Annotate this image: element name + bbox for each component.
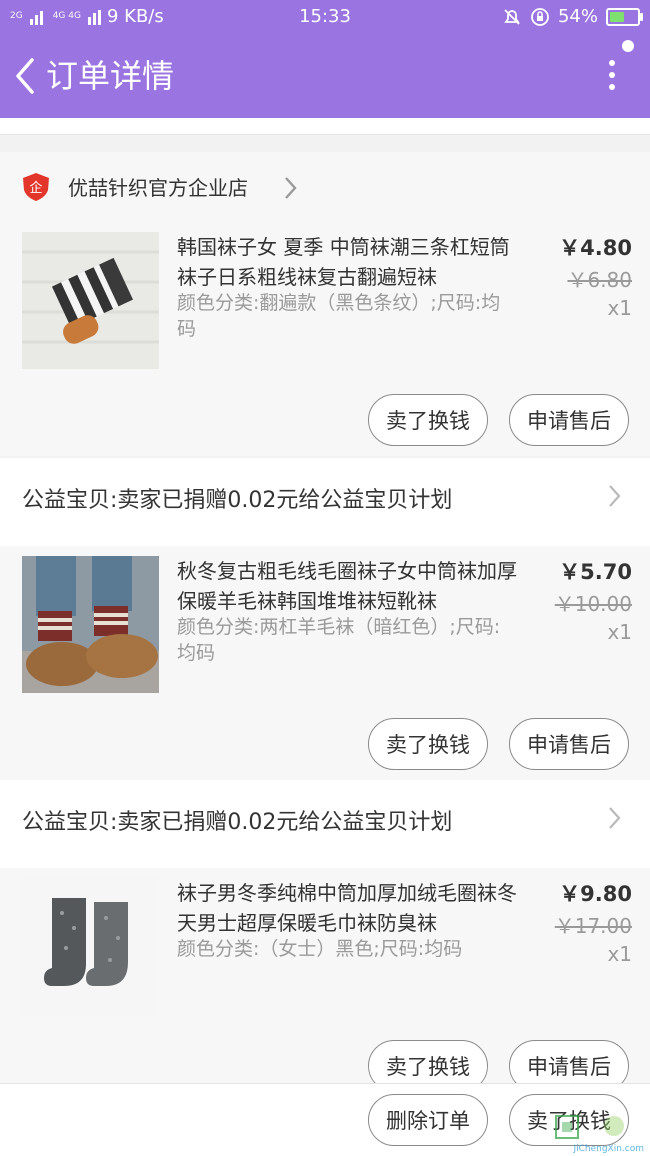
after-sale-button[interactable]: 申请售后	[509, 1040, 629, 1083]
order-content: 企 优喆针织官方企业店 韩国袜子女 夏季 中筒袜潮三条杠短筒袜子日系粗线袜复古翻…	[0, 118, 650, 1083]
product-spec: 颜色分类:（女士）黑色;尺码:均码	[177, 938, 463, 960]
order-item-2[interactable]: 秋冬复古粗毛线毛圈袜子女中筒袜加厚保暖羊毛袜韩国堆堆袜短靴袜 颜色分类:两杠羊毛…	[0, 546, 650, 780]
product-price: ￥9.80	[559, 882, 632, 906]
sell-for-cash-button[interactable]: 卖了换钱	[368, 718, 488, 770]
more-dot	[609, 60, 615, 66]
charity-row-1[interactable]: 公益宝贝:卖家已捐赠0.02元给公益宝贝计划	[0, 458, 650, 547]
watermark-text: JiChengXin.com	[573, 1144, 644, 1154]
charity-text: 公益宝贝:卖家已捐赠0.02元给公益宝贝计划	[22, 488, 453, 513]
product-title[interactable]: 袜子男冬季纯棉中筒加厚加绒毛圈袜冬天男士超厚保暖毛巾袜防臭袜	[177, 878, 522, 938]
watermark-icon	[555, 1115, 624, 1139]
rotation-lock-icon	[531, 7, 549, 26]
chevron-left-icon	[16, 58, 34, 94]
more-dot	[609, 84, 615, 90]
order-item-1[interactable]: 韩国袜子女 夏季 中筒袜潮三条杠短筒袜子日系粗线袜复古翻遍短袜 颜色分类:翻遍款…	[0, 222, 650, 456]
order-item-3[interactable]: 袜子男冬季纯棉中筒加厚加绒毛圈袜冬天男士超厚保暖毛巾袜防臭袜 颜色分类:（女士）…	[0, 868, 650, 1083]
mute-bell-icon	[504, 8, 520, 25]
product-image-wool-socks[interactable]	[22, 556, 159, 693]
product-quantity: x1	[607, 296, 632, 320]
battery-percent: 54%	[557, 6, 598, 27]
sell-for-cash-button[interactable]: 卖了换钱	[368, 394, 488, 446]
battery-icon	[606, 7, 643, 26]
more-dot	[609, 72, 615, 78]
chevron-right-icon	[606, 804, 622, 839]
nav-bar: 订单详情	[0, 34, 650, 118]
page-title: 订单详情	[46, 57, 175, 95]
product-original-price: ￥10.00	[554, 592, 632, 616]
after-sale-button[interactable]: 申请售后	[509, 718, 629, 770]
product-quantity: x1	[607, 942, 632, 966]
charity-row-2[interactable]: 公益宝贝:卖家已捐赠0.02元给公益宝贝计划	[0, 780, 650, 869]
back-button[interactable]	[8, 54, 44, 98]
sell-for-cash-button[interactable]: 卖了换钱	[368, 1040, 488, 1083]
product-quantity: x1	[607, 620, 632, 644]
product-price: ￥5.70	[559, 560, 632, 584]
store-header[interactable]: 企 优喆针织官方企业店	[0, 152, 650, 222]
product-spec: 颜色分类:两杠羊毛袜（暗红色）;尺码:均码	[177, 616, 501, 664]
product-image-terry-socks[interactable]	[22, 878, 159, 1015]
product-price: ￥4.80	[559, 236, 632, 260]
charity-text: 公益宝贝:卖家已捐赠0.02元给公益宝贝计划	[22, 810, 453, 835]
store-name[interactable]: 优喆针织官方企业店	[68, 174, 248, 202]
notification-dot	[622, 40, 634, 52]
more-menu-button[interactable]	[600, 56, 624, 96]
chevron-right-icon	[606, 482, 622, 517]
watermark-logo: JiChengXin.com	[534, 1108, 644, 1154]
product-title[interactable]: 韩国袜子女 夏季 中筒袜潮三条杠短筒袜子日系粗线袜复古翻遍短袜	[177, 232, 522, 292]
product-image-striped-socks[interactable]	[22, 232, 159, 369]
delete-order-button[interactable]: 删除订单	[368, 1094, 488, 1146]
product-title[interactable]: 秋冬复古粗毛线毛圈袜子女中筒袜加厚保暖羊毛袜韩国堆堆袜短靴袜	[177, 556, 522, 616]
enterprise-shield-icon: 企	[23, 173, 49, 201]
product-original-price: ￥17.00	[554, 914, 632, 938]
product-spec: 颜色分类:翻遍款（黑色条纹）;尺码:均码	[177, 292, 501, 340]
enterprise-badge-text: 企	[29, 180, 42, 196]
after-sale-button[interactable]: 申请售后	[509, 394, 629, 446]
chevron-right-icon	[282, 174, 298, 209]
battery-level	[610, 11, 624, 22]
top-divider-strip	[0, 118, 650, 135]
status-right: 54%	[502, 6, 643, 27]
product-original-price: ￥6.80	[567, 268, 632, 292]
status-bar: 2G 4G 4G 9 KB/s 15:33 54%	[0, 0, 650, 34]
